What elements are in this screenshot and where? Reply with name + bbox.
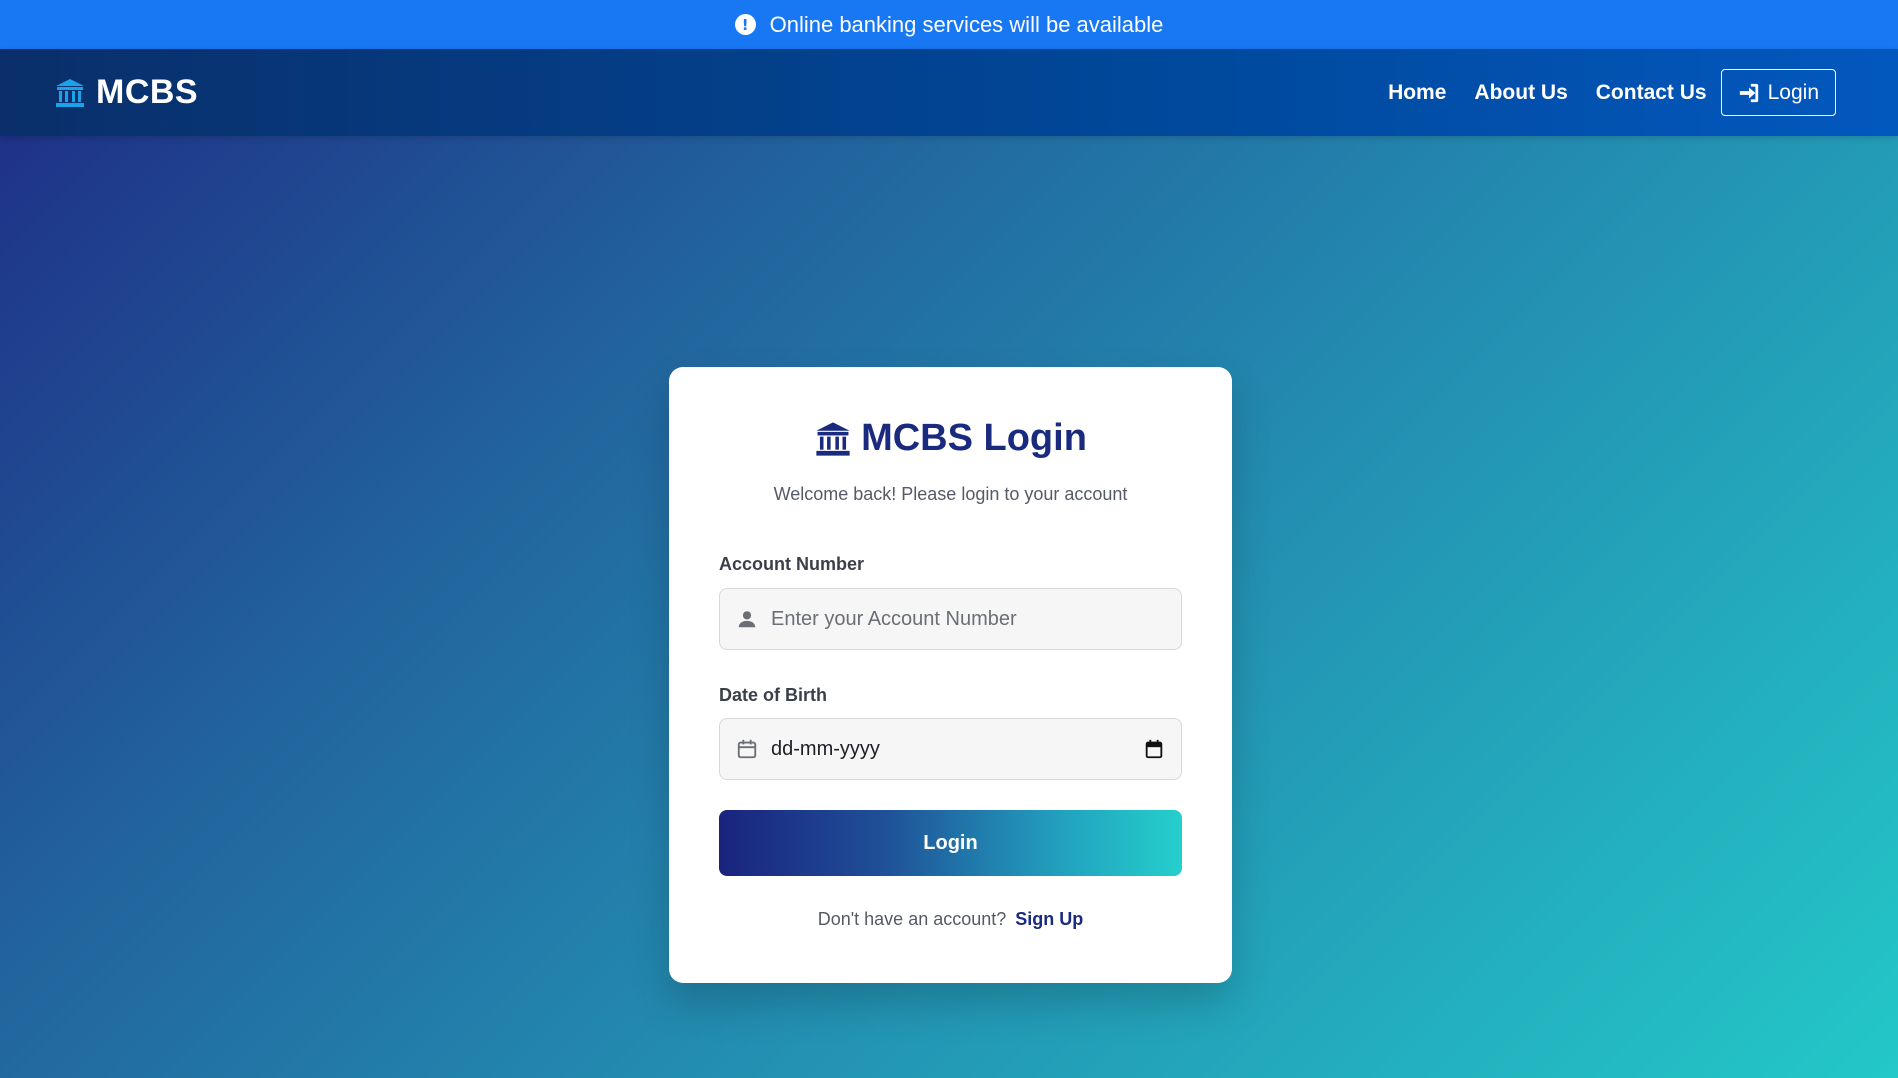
account-number-input[interactable] (771, 607, 1165, 631)
signup-prompt-text: Don't have an account? (817, 909, 1007, 929)
card-title: MCBS Login (669, 417, 1232, 460)
date-of-birth-input[interactable]: dd-mm-yyyy (771, 738, 1143, 761)
exclamation-circle-icon: ! (734, 14, 756, 35)
calendar-icon (737, 739, 757, 759)
bank-icon (816, 421, 850, 456)
signup-prompt-line: Don't have an account? Sign Up (669, 909, 1232, 930)
card-title-text: MCBS Login (861, 417, 1087, 459)
nav-login-label: Login (1767, 80, 1819, 104)
login-submit-button[interactable]: Login (719, 810, 1182, 876)
login-card: MCBS Login Welcome back! Please login to… (669, 367, 1232, 983)
account-number-field[interactable] (719, 588, 1182, 650)
date-of-birth-label: Date of Birth (719, 685, 827, 705)
brand-logo[interactable]: MCBS (54, 73, 198, 112)
nav-login-button[interactable]: Login (1720, 69, 1836, 116)
card-subtitle: Welcome back! Please login to your accou… (773, 484, 1128, 504)
account-number-label: Account Number (719, 554, 865, 574)
calendar-picker-icon[interactable] (1143, 738, 1165, 760)
nav-link-home[interactable]: Home (1388, 81, 1446, 105)
nav-links: Home About Us Contact Us Login (1360, 69, 1836, 116)
bank-icon (56, 78, 84, 107)
announcement-text: Online banking services will be availabl… (769, 11, 1164, 37)
brand-name: MCBS (96, 73, 199, 111)
signup-link[interactable]: Sign Up (1015, 909, 1083, 929)
nav-link-about-us[interactable]: About Us (1474, 81, 1567, 105)
date-of-birth-field[interactable]: dd-mm-yyyy (719, 718, 1182, 780)
nav-link-contact-us[interactable]: Contact Us (1596, 81, 1707, 105)
sign-in-icon (1739, 83, 1758, 102)
announcement-bar: ! Online banking services will be availa… (0, 0, 1898, 49)
top-navbar: MCBS Home About Us Contact Us Login (0, 49, 1898, 136)
user-icon (738, 611, 756, 628)
